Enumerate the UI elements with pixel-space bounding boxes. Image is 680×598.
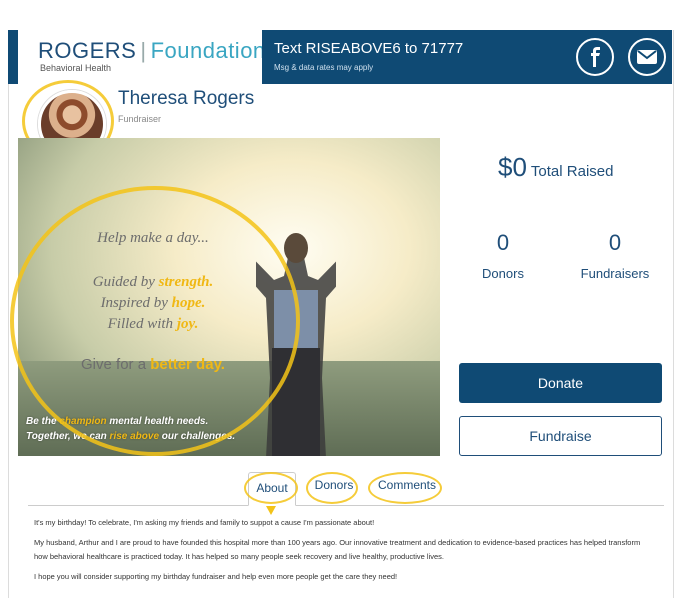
logo-wordmark: ROGERS | Foundation	[38, 38, 266, 63]
fundraisers-stat: 0 Fundraisers	[565, 230, 665, 281]
facebook-icon	[591, 47, 600, 67]
mail-icon	[637, 50, 657, 64]
total-raised-amount: $0	[498, 152, 527, 182]
arrow-down-icon	[266, 506, 276, 515]
hero-tagline: Help make a day...	[97, 230, 209, 246]
about-paragraph: It's my birthday! To celebrate, I'm aski…	[34, 518, 375, 527]
fundraisers-label: Fundraisers	[580, 266, 650, 281]
about-paragraph: I hope you will consider supporting my b…	[34, 572, 398, 581]
text-to-give-banner: Text RISEABOVE6 to 71777 Msg & data rate…	[262, 30, 672, 84]
hero-values: Guided by strength. Inspired by hope. Fi…	[92, 274, 214, 332]
donors-label: Donors	[482, 266, 524, 281]
email-share-button[interactable]	[628, 38, 666, 76]
tab-about[interactable]: About	[248, 472, 296, 506]
total-raised-label: Total Raised	[530, 163, 614, 180]
total-raised: $0 Total Raised	[498, 152, 613, 183]
logo-subtitle: Behavioral Health	[40, 63, 112, 73]
facebook-share-button[interactable]	[576, 38, 614, 76]
fundraiser-name: Theresa Rogers	[118, 88, 255, 109]
hero-footer-text: Be the champion mental health needs. Tog…	[26, 416, 236, 442]
donors-count: 0	[496, 230, 510, 255]
logo[interactable]: ROGERS | Foundation Behavioral Health	[8, 30, 265, 84]
tab-donors[interactable]: Donors	[312, 478, 356, 492]
header: ROGERS | Foundation Behavioral Health Text…	[8, 30, 672, 84]
fundraiser-role: Fundraiser	[118, 114, 162, 124]
about-content: It's my birthday! To celebrate, I'm aski…	[34, 516, 654, 590]
fundraise-button[interactable]: Fundraise	[459, 416, 662, 456]
about-paragraph: My husband, Arthur and I are proud to ha…	[34, 538, 641, 561]
hero-give-line: Give for a better day.	[81, 356, 225, 373]
donate-button[interactable]: Donate	[459, 363, 662, 403]
fundraisers-count: 0	[608, 230, 622, 255]
campaign-hero-image: Help make a day... Guided by strength. I…	[18, 138, 440, 456]
content-tabs: About Donors Comments	[240, 472, 460, 506]
text-to-give-disclaimer: Msg & data rates may apply	[274, 63, 374, 72]
tab-comments[interactable]: Comments	[375, 478, 439, 492]
text-to-give-cta: Text RISEABOVE6 to 71777	[274, 40, 464, 57]
donors-stat: 0 Donors	[453, 230, 553, 281]
